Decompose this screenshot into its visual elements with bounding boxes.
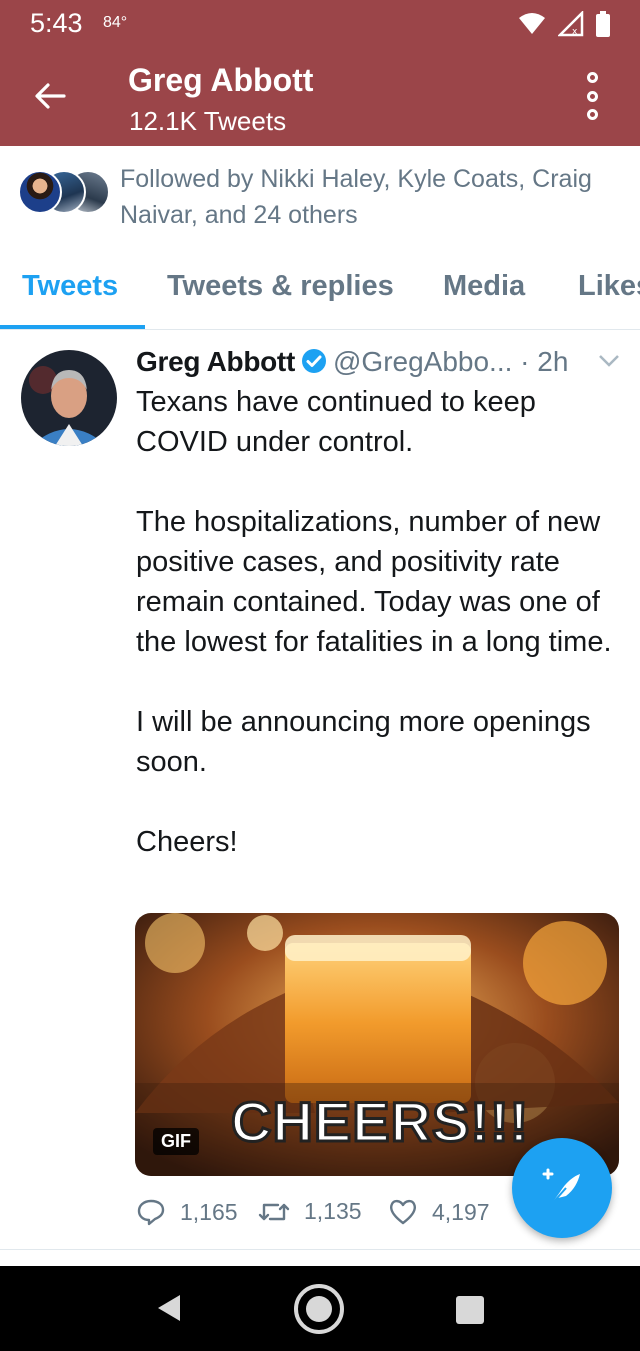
tweet-paragraph: The hospitalizations, number of new posi… [136,506,612,658]
retweet-button[interactable]: 1,135 [258,1198,362,1225]
tweet-count: 12.1K Tweets [129,106,287,136]
tab-media[interactable]: Media [443,270,525,303]
reply-icon [137,1199,165,1226]
android-nav-bar [0,1266,640,1351]
reply-count: 1,165 [180,1198,238,1225]
profile-tabs: Tweets Tweets & replies Media Likes [0,246,640,330]
signal-icon: x [558,11,584,37]
status-bar: 5:43 84° x [0,0,640,48]
nav-back-icon[interactable] [156,1293,182,1323]
tweet-separator: · [520,346,530,377]
svg-text:x: x [572,27,578,37]
chevron-down-icon [599,355,619,367]
home-icon [306,1296,332,1322]
like-button[interactable]: 4,197 [388,1198,490,1226]
arrow-left-icon [35,83,66,109]
followed-by-text: Followed by Nikki Haley, Kyle Coats, Cra… [120,165,592,229]
tab-tweets-replies[interactable]: Tweets & replies [167,270,394,303]
tweet-avatar[interactable] [21,350,117,446]
profile-name: Greg Abbott [128,62,314,98]
tweet-paragraph: Cheers! [136,826,238,858]
retweet-icon [258,1203,290,1220]
status-temperature: 84° [103,14,128,31]
tweet-time[interactable]: 2h [537,346,568,377]
tab-tweets[interactable]: Tweets [22,270,118,303]
followed-by[interactable]: Followed by Nikki Haley, Kyle Coats, Cra… [0,146,640,246]
status-icons: x [518,10,610,38]
like-count: 4,197 [432,1198,490,1225]
dot-icon [586,72,598,83]
compose-feather-icon [542,1168,580,1207]
heart-icon [389,1199,417,1225]
nav-home-button[interactable] [294,1284,344,1334]
tweet-paragraph: I will be announcing more openings soon. [136,706,591,778]
tweet-paragraph: Texans have continued to keep COVID unde… [136,386,536,458]
tweet-author-handle[interactable]: @GregAbbo... [333,346,512,377]
follower-avatars [18,170,110,216]
nav-recents-button[interactable] [456,1296,484,1324]
back-button[interactable] [30,76,70,116]
reply-button[interactable]: 1,165 [136,1198,238,1226]
follower-avatar [18,170,62,214]
gif-badge: GIF [153,1128,199,1155]
profile-header: 5:43 84° x Greg Abbott 12.1K Tweets [0,0,640,146]
tweet-author-name[interactable]: Greg Abbott [136,346,295,377]
battery-icon [596,11,610,37]
tweet[interactable]: Greg Abbott @GregAbbo... · 2h Texans have… [0,330,640,1250]
tweet-menu-button[interactable] [598,354,620,373]
status-time: 5:43 [30,8,83,38]
active-tab-indicator [0,325,145,329]
tweet-header: Greg Abbott @GregAbbo... · 2h [136,346,626,386]
profile-photo [21,350,117,446]
gif-caption: CHEERS!!! [229,1089,530,1155]
verified-badge-icon [301,348,327,381]
tweet-text: Texans have continued to keep COVID unde… [136,382,616,862]
tweet-gif[interactable]: CHEERS!!! GIF [135,913,619,1176]
dot-icon [586,109,598,120]
tab-likes[interactable]: Likes [578,270,640,303]
retweet-count: 1,135 [304,1198,362,1224]
compose-tweet-button[interactable] [512,1138,612,1238]
more-options-button[interactable] [580,72,604,120]
dot-icon [586,90,598,102]
wifi-icon [519,13,545,34]
